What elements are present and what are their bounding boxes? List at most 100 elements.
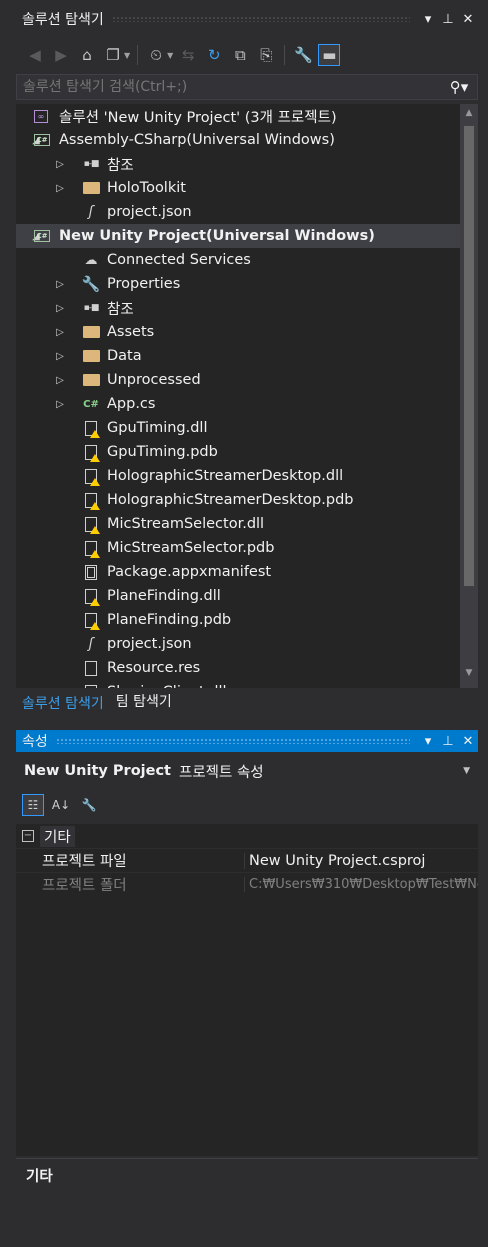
search-input[interactable] [23,79,441,95]
pending-changes-filter-icon[interactable]: ⏲ [145,44,167,66]
drag-grip[interactable] [55,738,410,744]
tab-team-explorer[interactable]: 팀 탐색기 [110,690,178,716]
tree-item-label: App.cs [107,396,156,412]
tree-item[interactable]: ▷ Unprocessed [16,368,460,392]
category-row[interactable]: − 기타 [16,824,478,848]
csproj-icon: C# [34,230,50,242]
tree-item[interactable]: Resource.res [16,656,460,680]
tree-item-label: Assembly-CSharp(Universal Windows) [59,132,335,148]
window-position-dropdown-icon[interactable]: ▾ [418,734,438,749]
property-row[interactable]: 프로젝트 폴더 C:₩Users₩310₩Desktop₩Test₩New Un… [16,872,478,896]
switch-views-icon[interactable]: ❐ [102,44,124,66]
tree-item[interactable]: ▷ Data [16,344,460,368]
tree-item[interactable]: ▷ HoloToolkit [16,176,460,200]
tree-item-label: SharingClient.dll [107,684,227,688]
json-icon: ʃ [88,204,94,220]
categorized-icon[interactable]: ☷ [22,794,44,816]
tree-item[interactable]: ʃ project.json [16,632,460,656]
property-description: 기타 [16,1158,478,1244]
tree-item[interactable]: ☁ Connected Services [16,248,460,272]
tree-item[interactable]: MicStreamSelector.dll [16,512,460,536]
tree-item[interactable]: PlaneFinding.dll [16,584,460,608]
tree-item[interactable]: HolographicStreamerDesktop.pdb [16,488,460,512]
tree-item-label: New Unity Project(Universal Windows) [59,228,375,244]
expand-arrow-icon[interactable]: ▷ [54,159,66,170]
tree-item[interactable]: GpuTiming.dll [16,416,460,440]
refresh-icon[interactable]: ↻ [203,44,225,66]
search-icon[interactable]: ⚲▾ [441,78,477,96]
expand-arrow-icon[interactable]: ▷ [54,279,66,290]
expand-arrow-icon[interactable]: ▷ [54,399,66,410]
tree-scrollbar[interactable]: ▲ ▼ [460,104,478,688]
window-position-dropdown-icon[interactable]: ▾ [418,12,438,27]
tree-item[interactable]: ▷ 🔧 Properties [16,272,460,296]
close-icon[interactable]: ✕ [458,734,478,749]
pin-icon[interactable]: ⊥ [438,12,458,27]
scroll-down-icon[interactable]: ▼ [460,668,478,684]
tree-item-label: MicStreamSelector.pdb [107,540,275,556]
property-value[interactable]: New Unity Project.csproj [244,852,478,869]
tree-item-label: HolographicStreamerDesktop.pdb [107,492,354,508]
tree-item[interactable]: ◢ C# New Unity Project(Universal Windows) [16,224,460,248]
tree-item-label: 참조 [107,157,134,174]
solution-tree: ∞ 솔루션 'New Unity Project' (3개 프로젝트) ◢ C# Ass… [16,104,460,688]
tree-item[interactable]: MicStreamSelector.pdb [16,536,460,560]
warning-file-icon [82,540,100,558]
collapse-all-icon[interactable]: ⧉ [229,44,251,66]
switch-views-dropdown-icon[interactable]: ▼ [124,51,130,60]
expand-arrow-icon[interactable]: ▷ [54,351,66,362]
properties-wrench-icon[interactable]: 🔧 [292,44,314,66]
csfile-icon: C# [83,398,99,410]
warning-file-icon [82,516,100,534]
property-pages-icon[interactable]: 🔧 [78,794,100,816]
back-icon[interactable]: ◀ [24,44,46,66]
tree-item-label: PlaneFinding.dll [107,588,221,604]
tree-item[interactable]: PlaneFinding.pdb [16,608,460,632]
tree-item[interactable]: ▷ C# App.cs [16,392,460,416]
alphabetical-icon[interactable]: A↓ [50,794,72,816]
warning-file-icon [82,468,100,486]
property-row[interactable]: 프로젝트 파일 New Unity Project.csproj [16,848,478,872]
references-icon: ▪-■ [83,303,100,313]
property-value[interactable]: C:₩Users₩310₩Desktop₩Test₩New Unity Proj… [244,877,478,892]
csproj-icon: C# [34,134,50,146]
expand-arrow-icon[interactable]: ▷ [54,303,66,314]
folder-icon [82,372,100,388]
close-icon[interactable]: ✕ [458,12,478,27]
scroll-thumb[interactable] [464,126,474,586]
tree-item-label: GpuTiming.pdb [107,444,218,460]
tree-item[interactable]: ∞ 솔루션 'New Unity Project' (3개 프로젝트) [16,104,460,128]
sync-with-document-icon[interactable]: ⇆ [177,44,199,66]
property-object-selector[interactable]: New Unity Project 프로젝트 속성 ▼ [16,758,478,784]
folder-icon [82,324,100,340]
tree-item[interactable]: GpuTiming.pdb [16,440,460,464]
tree-item[interactable]: ▷ ▪-■ 참조 [16,152,460,176]
collapse-icon[interactable]: − [22,830,34,842]
tree-item[interactable]: ʃ project.json [16,200,460,224]
category-name: 기타 [40,825,75,847]
tab-solution-explorer[interactable]: 솔루션 탐색기 [16,690,110,716]
object-type: 프로젝트 속성 [178,764,264,781]
tree-item[interactable]: Package.appxmanifest [16,560,460,584]
show-all-files-icon[interactable]: ⎘ [255,44,277,66]
tree-item[interactable]: ▷ Assets [16,320,460,344]
tree-item[interactable]: HolographicStreamerDesktop.dll [16,464,460,488]
home-icon[interactable]: ⌂ [76,44,98,66]
expand-arrow-icon[interactable]: ▷ [54,327,66,338]
properties-titlebar: 속성 ▾ ⊥ ✕ [16,730,478,752]
pin-icon[interactable]: ⊥ [438,734,458,749]
forward-icon[interactable]: ▶ [50,44,72,66]
expand-arrow-icon[interactable]: ▷ [54,183,66,194]
solution-explorer-title: 솔루션 탐색기 [22,12,104,28]
tree-item[interactable]: SharingClient.dll [16,680,460,688]
scroll-up-icon[interactable]: ▲ [460,108,478,124]
drag-grip[interactable] [111,16,410,22]
tree-item[interactable]: ▷ ▪-■ 참조 [16,296,460,320]
tree-item[interactable]: ◢ C# Assembly-CSharp(Universal Windows) [16,128,460,152]
preview-selected-items-icon[interactable]: ▬ [318,44,341,66]
chevron-down-icon[interactable]: ▼ [463,766,470,776]
tree-item-label: Properties [107,276,181,292]
expand-arrow-icon[interactable]: ▷ [54,375,66,386]
filter-dropdown-icon[interactable]: ▼ [167,51,173,60]
tree-item-label: Package.appxmanifest [107,564,272,580]
